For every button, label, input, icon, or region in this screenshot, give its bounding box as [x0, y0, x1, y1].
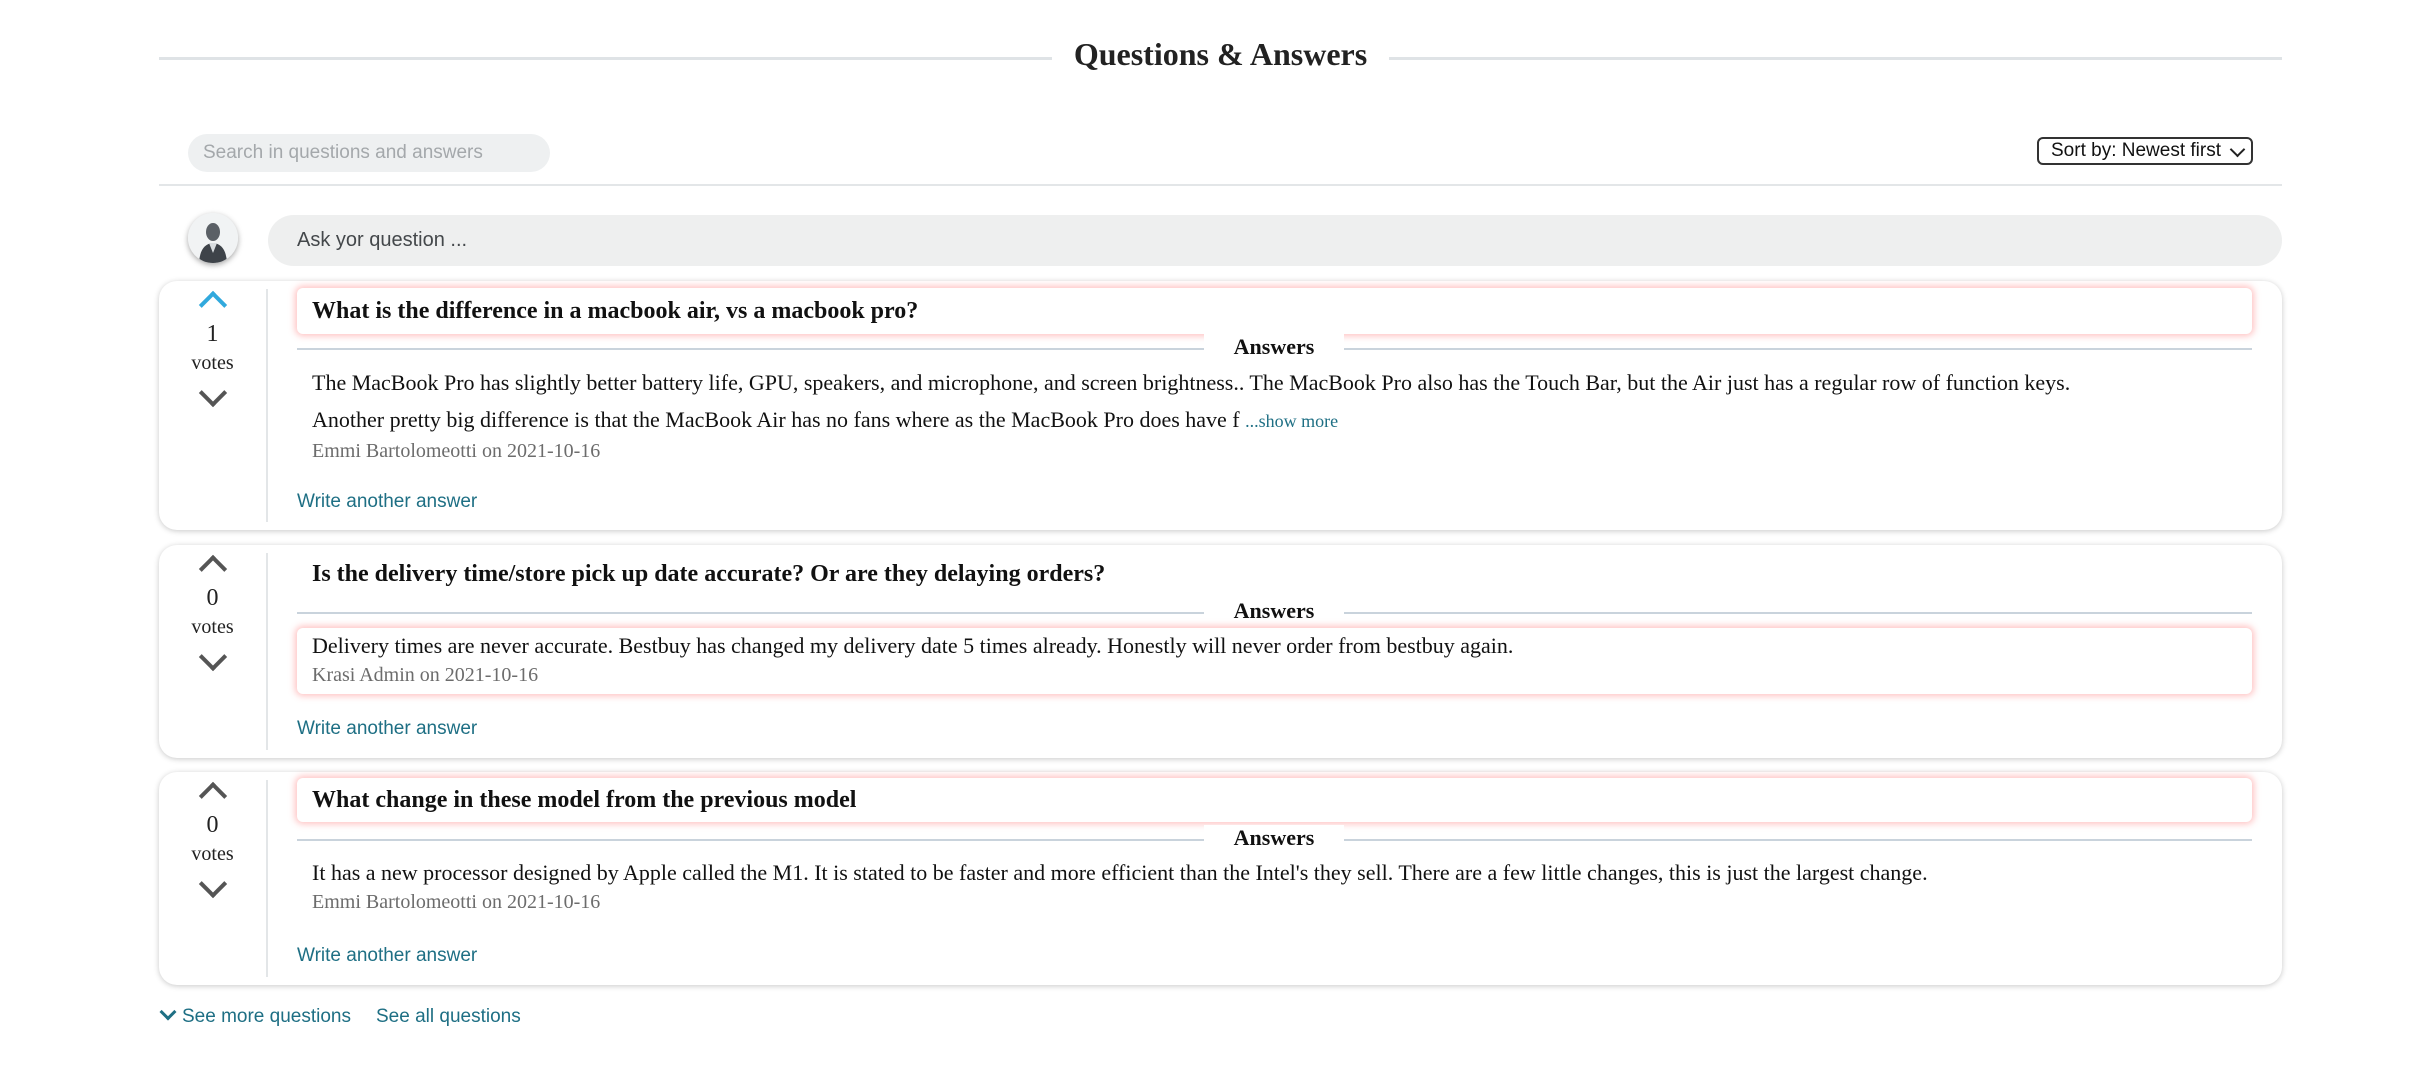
vote-separator — [266, 289, 268, 522]
sort-select-value: Sort by: Newest first — [2051, 140, 2221, 161]
upvote-icon[interactable] — [198, 290, 227, 320]
answer-author: Emmi Bartolomeotti on 2021-10-16 — [312, 440, 601, 462]
vote-separator — [266, 780, 268, 977]
ask-question-input[interactable] — [268, 215, 2282, 266]
section-header: Questions & Answers — [159, 28, 2282, 88]
question-title[interactable]: What change in these model from the prev… — [297, 778, 2252, 822]
vote-control: 0 votes — [159, 772, 266, 899]
answer-text: Delivery times are never accurate. Bestb… — [312, 633, 1514, 658]
write-another-answer-link[interactable]: Write another answer — [297, 491, 477, 513]
votes-label: votes — [191, 352, 234, 374]
question-card: 1 votes What is the difference in a macb… — [159, 281, 2282, 530]
upvote-icon[interactable] — [198, 554, 227, 584]
question-title[interactable]: Is the delivery time/store pick up date … — [297, 551, 2252, 597]
answer-author: Krasi Admin on 2021-10-16 — [312, 664, 539, 686]
divider — [159, 184, 2282, 186]
see-more-questions-label: See more questions — [182, 1006, 351, 1027]
write-another-answer-link[interactable]: Write another answer — [297, 718, 477, 740]
chevron-down-icon — [2229, 141, 2246, 158]
answer: Delivery times are never accurate. Bestb… — [297, 628, 2252, 694]
votes-label: votes — [191, 616, 234, 638]
vote-count: 1 — [206, 321, 219, 347]
chevron-down-icon — [159, 1003, 177, 1021]
votes-label: votes — [191, 843, 234, 865]
downvote-icon[interactable] — [198, 869, 227, 899]
search-input[interactable] — [188, 134, 550, 172]
downvote-icon[interactable] — [198, 378, 227, 408]
answer: The MacBook Pro has slightly better batt… — [297, 364, 2252, 463]
see-more-questions-link[interactable]: See more questions — [159, 1003, 351, 1028]
vote-count: 0 — [206, 585, 219, 611]
vote-control: 0 votes — [159, 545, 266, 672]
show-more-link[interactable]: ...show more — [1245, 411, 1338, 431]
upvote-icon[interactable] — [198, 781, 227, 811]
question-card: 0 votes What change in these model from … — [159, 772, 2282, 985]
page-title: Questions & Answers — [1073, 36, 1368, 72]
answers-label: Answers — [1204, 598, 1344, 624]
vote-count: 0 — [206, 812, 219, 838]
write-another-answer-link[interactable]: Write another answer — [297, 945, 477, 967]
downvote-icon[interactable] — [198, 642, 227, 672]
vote-control: 1 votes — [159, 281, 266, 408]
answer-text: It has a new processor designed by Apple… — [312, 860, 1928, 885]
answer: It has a new processor designed by Apple… — [297, 855, 2252, 914]
avatar — [188, 213, 238, 263]
header-rule-right — [1389, 57, 2282, 60]
answers-label: Answers — [1204, 334, 1344, 360]
user-avatar-icon — [188, 213, 238, 263]
answer-body: The MacBook Pro has slightly better batt… — [312, 370, 2071, 432]
answers-label: Answers — [1204, 825, 1344, 851]
question-title[interactable]: What is the difference in a macbook air,… — [297, 288, 2252, 334]
vote-separator — [266, 553, 268, 750]
header-rule-left — [159, 57, 1052, 60]
question-card: 0 votes Is the delivery time/store pick … — [159, 545, 2282, 758]
answer-text: The MacBook Pro has slightly better batt… — [312, 364, 2112, 440]
sort-select[interactable]: Sort by: Newest first — [2037, 137, 2253, 165]
answer-author: Emmi Bartolomeotti on 2021-10-16 — [312, 891, 601, 913]
see-all-questions-link[interactable]: See all questions — [376, 1006, 521, 1028]
